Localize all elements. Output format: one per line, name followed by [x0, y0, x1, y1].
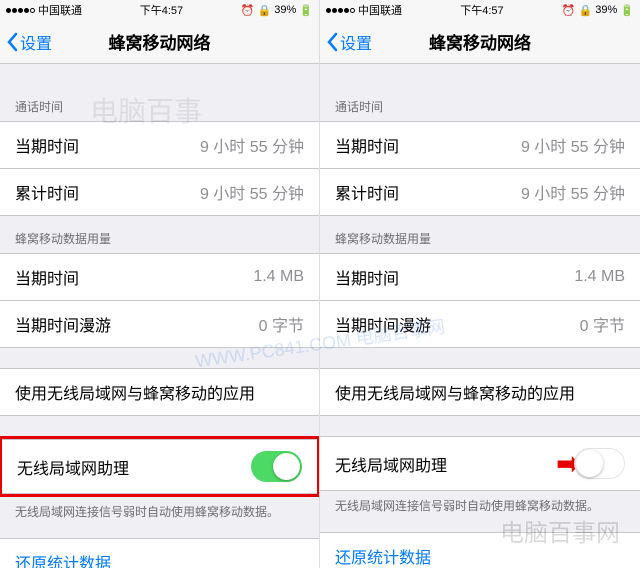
highlight-box: 无线局域网助理: [0, 436, 319, 497]
row-current-time[interactable]: 当期时间 9 小时 55 分钟: [320, 121, 640, 169]
content: 电脑百事 通话时间 当期时间 9 小时 55 分钟 累计时间 9 小时 55 分…: [0, 64, 319, 568]
orientation-lock-icon: 🔒: [258, 4, 272, 17]
value: 0 字节: [580, 312, 625, 336]
assist-footer: 无线局域网连接信号弱时自动使用蜂窝移动数据。: [320, 491, 640, 524]
row-reset-stats[interactable]: 还原统计数据: [320, 532, 640, 568]
status-bar: 中国联通 下午4:57 ⏰ 🔒 39% 🔋: [0, 0, 319, 20]
chevron-left-icon: [326, 32, 338, 52]
label: 还原统计数据: [335, 544, 431, 568]
screen-left: 中国联通 下午4:57 ⏰ 🔒 39% 🔋 设置 蜂窝移动网络 电脑百事 通话时…: [0, 0, 320, 568]
label: 无线局域网助理: [335, 452, 447, 476]
row-wifi-assist[interactable]: 无线局域网助理 ➡: [320, 436, 640, 491]
battery-pct: 39%: [595, 4, 617, 16]
nav-bar: 设置 蜂窝移动网络: [0, 20, 319, 64]
row-apps[interactable]: 使用无线局域网与蜂窝移动的应用: [0, 368, 319, 416]
value: 9 小时 55 分钟: [521, 133, 625, 157]
status-time: 下午4:57: [460, 2, 503, 18]
orientation-lock-icon: 🔒: [579, 4, 593, 17]
section-header-calltime: 通话时间: [320, 84, 640, 121]
back-button[interactable]: 设置: [320, 30, 372, 54]
row-reset-stats[interactable]: 还原统计数据: [0, 538, 319, 568]
row-current-time[interactable]: 当期时间 9 小时 55 分钟: [0, 121, 319, 169]
back-label: 设置: [340, 30, 372, 54]
value: 1.4 MB: [253, 268, 304, 286]
row-data-current[interactable]: 当期时间 1.4 MB: [320, 253, 640, 301]
page-title: 蜂窝移动网络: [429, 29, 531, 54]
wifi-assist-toggle[interactable]: [574, 448, 625, 479]
row-apps[interactable]: 使用无线局域网与蜂窝移动的应用: [320, 368, 640, 416]
chevron-left-icon: [6, 32, 18, 52]
section-header-data: 蜂窝移动数据用量: [0, 216, 319, 253]
alarm-icon: ⏰: [241, 4, 255, 17]
value: 0 字节: [259, 312, 304, 336]
battery-icon: 🔋: [299, 4, 313, 17]
row-data-roaming[interactable]: 当期时间漫游 0 字节: [320, 301, 640, 348]
value: 1.4 MB: [574, 268, 625, 286]
back-button[interactable]: 设置: [0, 30, 52, 54]
row-total-time[interactable]: 累计时间 9 小时 55 分钟: [0, 169, 319, 216]
page-title: 蜂窝移动网络: [109, 29, 211, 54]
value: 9 小时 55 分钟: [200, 133, 304, 157]
value: 9 小时 55 分钟: [521, 180, 625, 204]
screen-right: 中国联通 下午4:57 ⏰ 🔒 39% 🔋 设置 蜂窝移动网络 通话时间 当期时…: [320, 0, 640, 568]
label: 当期时间: [335, 133, 399, 157]
label: 使用无线局域网与蜂窝移动的应用: [15, 380, 255, 404]
back-label: 设置: [20, 30, 52, 54]
label: 当期时间: [15, 133, 79, 157]
row-data-roaming[interactable]: 当期时间漫游 0 字节: [0, 301, 319, 348]
assist-footer: 无线局域网连接信号弱时自动使用蜂窝移动数据。: [0, 497, 319, 530]
carrier-label: 中国联通: [358, 2, 402, 18]
label: 当期时间: [335, 265, 399, 289]
section-header-calltime: 通话时间: [0, 84, 319, 121]
label: 累计时间: [335, 180, 399, 204]
label: 无线局域网助理: [17, 455, 129, 479]
signal-icon: [6, 8, 35, 13]
wifi-assist-toggle[interactable]: [251, 451, 302, 482]
nav-bar: 设置 蜂窝移动网络: [320, 20, 640, 64]
label: 累计时间: [15, 180, 79, 204]
signal-icon: [326, 8, 355, 13]
battery-icon: 🔋: [620, 4, 634, 17]
row-wifi-assist[interactable]: 无线局域网助理: [2, 439, 317, 494]
label: 当期时间漫游: [335, 312, 431, 336]
content: 通话时间 当期时间 9 小时 55 分钟 累计时间 9 小时 55 分钟 蜂窝移…: [320, 64, 640, 568]
row-total-time[interactable]: 累计时间 9 小时 55 分钟: [320, 169, 640, 216]
label: 还原统计数据: [15, 550, 111, 568]
label: 使用无线局域网与蜂窝移动的应用: [335, 380, 575, 404]
row-data-current[interactable]: 当期时间 1.4 MB: [0, 253, 319, 301]
label: 当期时间: [15, 265, 79, 289]
value: 9 小时 55 分钟: [200, 180, 304, 204]
alarm-icon: ⏰: [562, 4, 576, 17]
status-bar: 中国联通 下午4:57 ⏰ 🔒 39% 🔋: [320, 0, 640, 20]
battery-pct: 39%: [274, 4, 296, 16]
section-header-data: 蜂窝移动数据用量: [320, 216, 640, 253]
carrier-label: 中国联通: [38, 2, 82, 18]
label: 当期时间漫游: [15, 312, 111, 336]
status-time: 下午4:57: [140, 2, 183, 18]
